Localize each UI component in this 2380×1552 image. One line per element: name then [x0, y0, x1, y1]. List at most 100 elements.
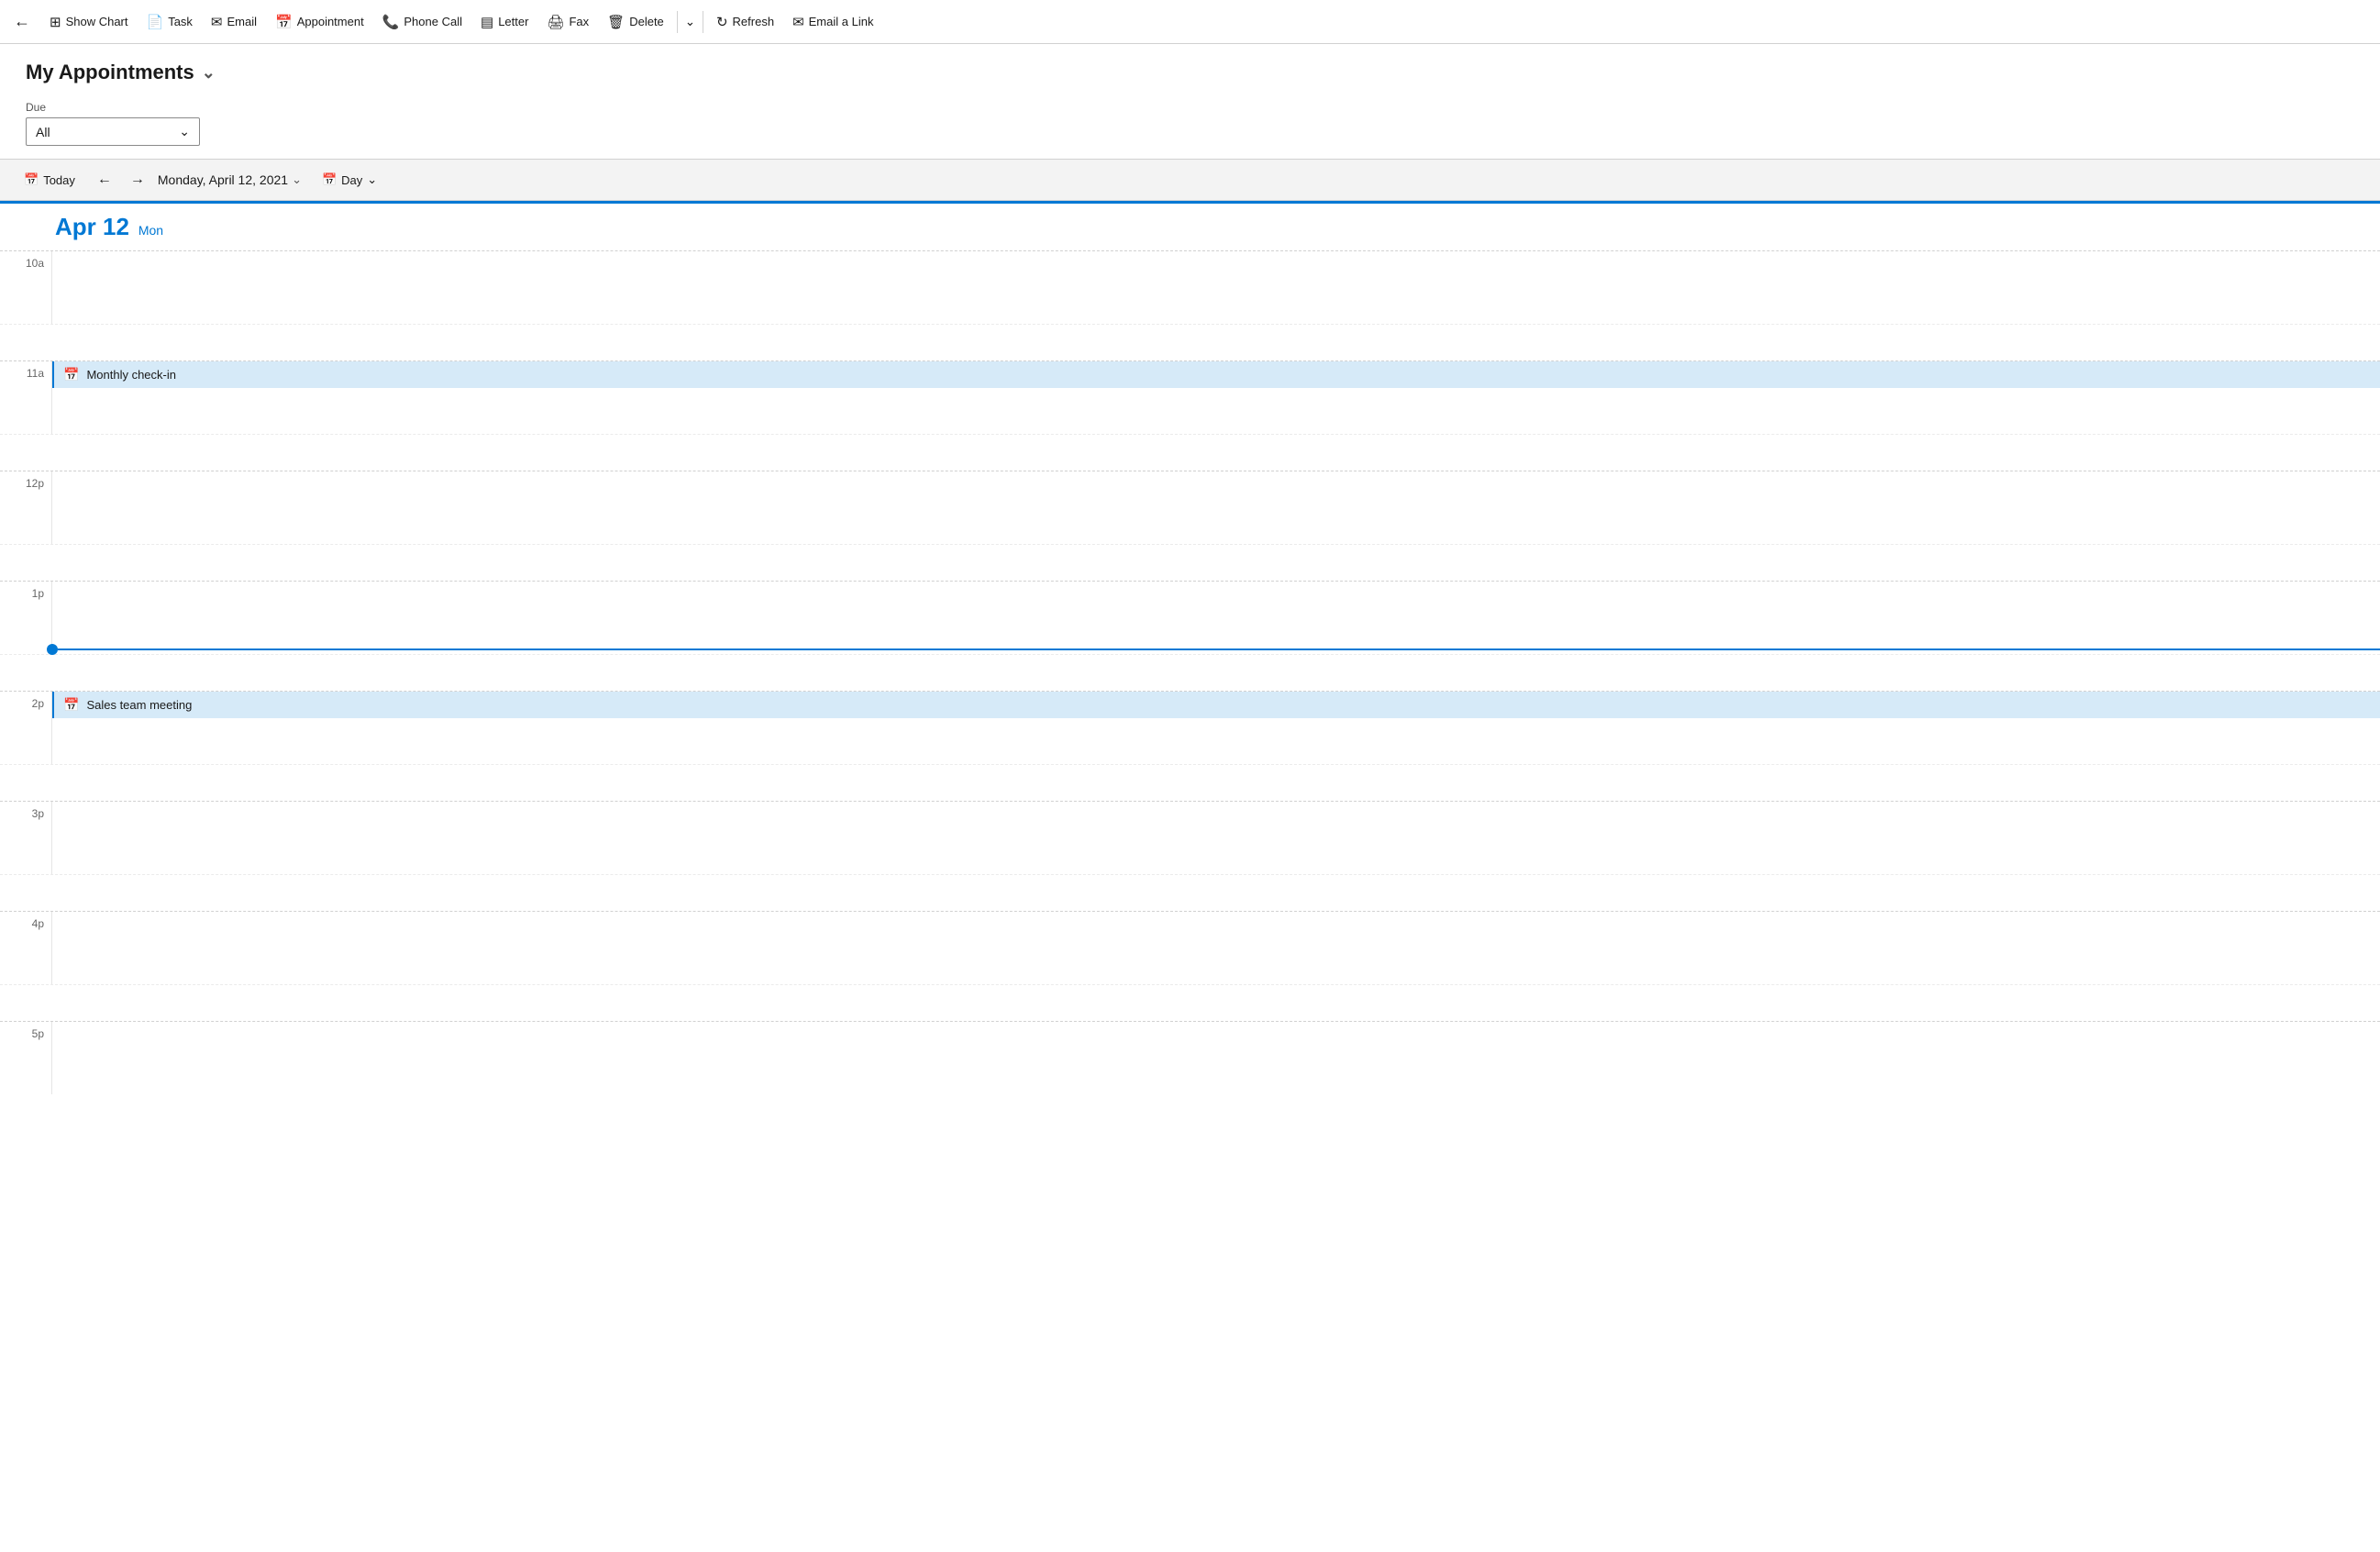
filter-value: All [36, 125, 50, 139]
half-slot-1p [0, 654, 2380, 691]
calendar-date-number: Apr 12 [55, 213, 129, 240]
time-content-10a [51, 251, 2380, 324]
show-chart-button[interactable]: ⊞ Show Chart [40, 8, 138, 36]
email-icon: ✉ [211, 14, 223, 30]
time-content-12p [51, 471, 2380, 544]
due-filter-select[interactable]: All ⌄ [26, 117, 200, 146]
email-label: Email [227, 15, 258, 28]
view-chevron-icon: ⌄ [367, 172, 377, 187]
calendar-body: Apr 12 Mon 10a 11a 📅 Monthly check-in [0, 201, 2380, 1094]
fax-label: Fax [569, 15, 589, 28]
time-slot-4p: 4p [0, 911, 2380, 984]
more-icon: ⌄ [685, 15, 695, 29]
event-icon-monthly: 📅 [63, 367, 79, 382]
phone-call-label: Phone Call [404, 15, 462, 28]
email-link-icon: ✉ [792, 14, 804, 30]
appointment-label: Appointment [297, 15, 364, 28]
half-slot-12p [0, 544, 2380, 581]
refresh-icon: ↻ [716, 14, 728, 30]
event-title-sales: Sales team meeting [86, 698, 192, 712]
event-icon-sales: 📅 [63, 697, 79, 713]
day-view-icon: 📅 [322, 172, 337, 187]
next-day-button[interactable]: → [125, 167, 150, 193]
appointment-button[interactable]: 📅 Appointment [266, 8, 373, 36]
time-label-11a: 11a [0, 361, 51, 434]
today-label: Today [43, 173, 75, 187]
prev-day-button[interactable]: ← [92, 167, 117, 193]
show-chart-label: Show Chart [66, 15, 128, 28]
delete-label: Delete [629, 15, 664, 28]
email-link-button[interactable]: ✉ Email a Link [783, 8, 882, 36]
day-view-button[interactable]: 📅 Day ⌄ [313, 168, 386, 192]
toolbar-divider [677, 11, 678, 33]
today-button[interactable]: 📅 Today [15, 168, 84, 192]
task-icon: 📄 [147, 14, 164, 30]
prev-arrow-icon: ← [97, 172, 112, 188]
half-slot-4p [0, 984, 2380, 1021]
letter-icon: ▤ [481, 14, 493, 30]
half-slot-11a [0, 434, 2380, 471]
half-slot-3p [0, 874, 2380, 911]
time-slot-1p: 1p [0, 581, 2380, 654]
letter-label: Letter [498, 15, 528, 28]
toolbar: ← ⊞ Show Chart 📄 Task ✉ Email 📅 Appointm… [0, 0, 2380, 44]
more-button[interactable]: ⌄ [681, 9, 699, 35]
calendar-date-day: Mon [138, 223, 163, 238]
task-button[interactable]: 📄 Task [138, 8, 202, 36]
time-slot-3p: 3p [0, 801, 2380, 874]
email-button[interactable]: ✉ Email [202, 8, 266, 36]
time-grid: 10a 11a 📅 Monthly check-in 12p [0, 250, 2380, 1094]
time-slot-5p: 5p [0, 1021, 2380, 1094]
time-slot-12p: 12p [0, 471, 2380, 544]
time-label-12p: 12p [0, 471, 51, 544]
time-content-1p [51, 582, 2380, 654]
event-monthly-check-in[interactable]: 📅 Monthly check-in [52, 361, 2380, 388]
time-label-10a: 10a [0, 251, 51, 324]
task-label: Task [168, 15, 193, 28]
page-title-text: My Appointments [26, 61, 194, 84]
refresh-label: Refresh [733, 15, 775, 28]
date-chevron-icon[interactable]: ⌄ [292, 172, 302, 187]
delete-icon: 🗑 [607, 14, 625, 30]
email-link-label: Email a Link [809, 15, 874, 28]
time-label-3p: 3p [0, 802, 51, 874]
time-content-5p [51, 1022, 2380, 1094]
calendar-nav: 📅 Today ← → Monday, April 12, 2021 ⌄ 📅 D… [0, 159, 2380, 201]
now-line [52, 644, 2380, 655]
filter-label: Due [26, 101, 2354, 114]
refresh-button[interactable]: ↻ Refresh [707, 8, 783, 36]
time-slot-11a: 11a 📅 Monthly check-in [0, 360, 2380, 434]
event-sales-meeting[interactable]: 📅 Sales team meeting [52, 692, 2380, 718]
event-title-monthly: Monthly check-in [86, 368, 176, 382]
date-text: Monday, April 12, 2021 [158, 172, 288, 187]
fax-icon: 🖨 [547, 14, 564, 30]
calendar-date-header: Apr 12 Mon [0, 204, 2380, 250]
delete-button[interactable]: 🗑 Delete [598, 8, 673, 36]
back-icon: ← [14, 12, 30, 31]
time-slot-2p: 2p 📅 Sales team meeting [0, 691, 2380, 764]
calendar-icon: 📅 [24, 172, 39, 187]
fax-button[interactable]: 🖨 Fax [537, 8, 598, 36]
time-label-5p: 5p [0, 1022, 51, 1094]
title-chevron-icon[interactable]: ⌄ [202, 63, 216, 83]
now-bar [58, 649, 2380, 650]
page-header: My Appointments ⌄ [0, 44, 2380, 94]
filter-chevron-icon: ⌄ [179, 124, 190, 139]
letter-button[interactable]: ▤ Letter [471, 8, 537, 36]
time-content-11a: 📅 Monthly check-in [51, 361, 2380, 434]
time-content-2p: 📅 Sales team meeting [51, 692, 2380, 764]
appointment-icon: 📅 [275, 14, 293, 30]
phone-call-button[interactable]: 📞 Phone Call [373, 8, 471, 36]
phone-call-icon: 📞 [382, 14, 400, 30]
next-arrow-icon: → [130, 172, 145, 188]
time-content-3p [51, 802, 2380, 874]
time-slot-10a: 10a [0, 250, 2380, 324]
show-chart-icon: ⊞ [50, 14, 61, 30]
view-label: Day [341, 173, 362, 187]
now-dot [47, 644, 58, 655]
time-content-4p [51, 912, 2380, 984]
time-label-4p: 4p [0, 912, 51, 984]
time-label-1p: 1p [0, 582, 51, 654]
current-date-label: Monday, April 12, 2021 ⌄ [158, 172, 302, 187]
back-button[interactable]: ← [7, 7, 37, 37]
